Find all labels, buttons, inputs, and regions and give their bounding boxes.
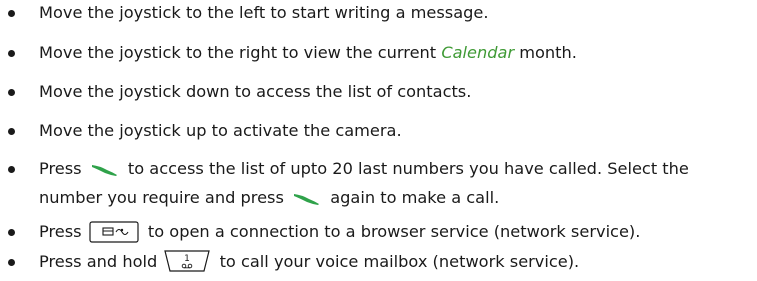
call-key-icon bbox=[91, 159, 119, 185]
item-text-end: to call your voice mailbox (network serv… bbox=[214, 252, 580, 271]
bullet bbox=[8, 259, 15, 266]
item-text: Press bbox=[39, 222, 87, 241]
item-text-end: month. bbox=[514, 43, 577, 62]
bullet bbox=[8, 128, 15, 135]
item-text: Press bbox=[39, 159, 87, 178]
bullet bbox=[8, 50, 15, 57]
call-key-icon bbox=[293, 188, 321, 214]
item-text: Move the joystick up to activate the cam… bbox=[39, 121, 402, 140]
item-text-line2-end: again to make a call. bbox=[325, 188, 500, 207]
bullet bbox=[8, 166, 15, 173]
svg-text:1: 1 bbox=[185, 254, 191, 264]
voicemail-key-icon: 1 bbox=[164, 249, 211, 281]
bullet bbox=[8, 229, 15, 236]
bullet bbox=[8, 10, 15, 17]
item-text-line2: number you require and press bbox=[39, 188, 290, 207]
item-text: Move the joystick to the left to start w… bbox=[39, 3, 489, 22]
bullet bbox=[8, 89, 15, 96]
item-text: Move the joystick down to access the lis… bbox=[39, 82, 472, 101]
calendar-link-text: Calendar bbox=[441, 43, 515, 62]
item-text-end: to access the list of upto 20 last numbe… bbox=[122, 159, 689, 178]
item-text: Press and hold bbox=[39, 252, 163, 271]
browser-key-icon bbox=[89, 221, 139, 251]
item-text: Move the joystick to the right to view t… bbox=[39, 43, 442, 62]
item-text-end: to open a connection to a browser servic… bbox=[142, 222, 641, 241]
instruction-list: Move the joystick to the left to start w… bbox=[0, 0, 757, 281]
